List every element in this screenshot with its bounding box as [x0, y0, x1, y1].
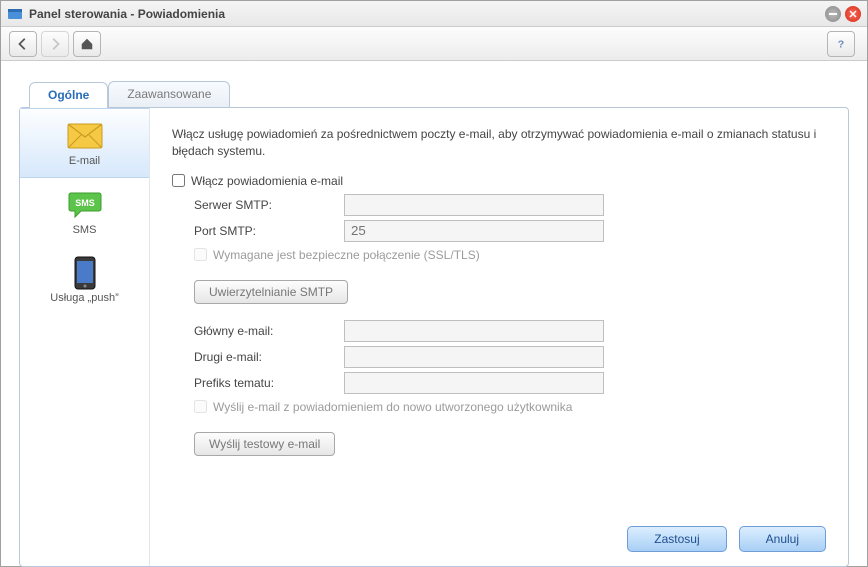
home-button[interactable]: [73, 31, 101, 57]
tab-row: Ogólne Zaawansowane: [29, 81, 849, 107]
tab-advanced[interactable]: Zaawansowane: [108, 81, 230, 107]
send-new-user-label: Wyślij e-mail z powiadomieniem do nowo u…: [213, 400, 572, 414]
send-test-button[interactable]: Wyślij testowy e-mail: [194, 432, 335, 456]
forward-button[interactable]: [41, 31, 69, 57]
second-email-label: Drugi e-mail:: [194, 350, 344, 364]
footer-buttons: Zastosuj Anuluj: [627, 526, 826, 552]
email-icon: [24, 119, 145, 153]
sidebar-item-push[interactable]: Usługa „push”: [20, 246, 149, 314]
sidebar-item-email[interactable]: E-mail: [20, 108, 149, 178]
intro-text: Włącz usługę powiadomień za pośrednictwe…: [172, 126, 826, 160]
apply-button[interactable]: Zastosuj: [627, 526, 726, 552]
smtp-server-row: Serwer SMTP:: [194, 194, 826, 216]
window-title: Panel sterowania - Powiadomienia: [29, 7, 821, 21]
sidebar-item-sms[interactable]: SMS SMS: [20, 178, 149, 246]
second-email-row: Drugi e-mail:: [194, 346, 826, 368]
smtp-server-input[interactable]: [344, 194, 604, 216]
enable-email-checkbox[interactable]: [172, 174, 185, 187]
cancel-button[interactable]: Anuluj: [739, 526, 826, 552]
send-new-user-row: Wyślij e-mail z powiadomieniem do nowo u…: [194, 400, 826, 414]
smtp-port-label: Port SMTP:: [194, 224, 344, 238]
ssl-checkbox[interactable]: [194, 248, 207, 261]
titlebar: Panel sterowania - Powiadomienia: [1, 1, 867, 27]
tab-general[interactable]: Ogólne: [29, 82, 108, 108]
svg-text:SMS: SMS: [75, 198, 95, 208]
send-new-user-checkbox[interactable]: [194, 400, 207, 413]
main-pane: Włącz usługę powiadomień za pośrednictwe…: [150, 108, 848, 566]
sidebar: E-mail SMS SMS Usługa „push”: [20, 108, 150, 566]
sidebar-item-label: Usługa „push”: [24, 292, 145, 304]
app-icon: [7, 6, 23, 22]
enable-email-label: Włącz powiadomienia e-mail: [191, 174, 343, 188]
sms-icon: SMS: [24, 188, 145, 222]
sidebar-item-label: SMS: [24, 224, 145, 236]
smtp-port-row: Port SMTP:: [194, 220, 826, 242]
primary-email-label: Główny e-mail:: [194, 324, 344, 338]
minimize-button[interactable]: [825, 6, 841, 22]
content: Ogólne Zaawansowane E-mail SMS: [1, 61, 867, 566]
push-icon: [24, 256, 145, 290]
window: Panel sterowania - Powiadomienia ? Ogóln…: [0, 0, 868, 567]
help-button[interactable]: ?: [827, 31, 855, 57]
ssl-row: Wymagane jest bezpieczne połączenie (SSL…: [194, 248, 826, 262]
smtp-auth-button[interactable]: Uwierzytelnianie SMTP: [194, 280, 348, 304]
smtp-port-input[interactable]: [344, 220, 604, 242]
prefix-row: Prefiks tematu:: [194, 372, 826, 394]
svg-text:?: ?: [838, 38, 844, 50]
prefix-label: Prefiks tematu:: [194, 376, 344, 390]
prefix-input[interactable]: [344, 372, 604, 394]
toolbar: ?: [1, 27, 867, 61]
ssl-label: Wymagane jest bezpieczne połączenie (SSL…: [213, 248, 480, 262]
smtp-server-label: Serwer SMTP:: [194, 198, 344, 212]
panel: E-mail SMS SMS Usługa „push”: [19, 107, 849, 567]
primary-email-row: Główny e-mail:: [194, 320, 826, 342]
primary-email-input[interactable]: [344, 320, 604, 342]
sidebar-item-label: E-mail: [24, 155, 145, 167]
back-button[interactable]: [9, 31, 37, 57]
second-email-input[interactable]: [344, 346, 604, 368]
close-button[interactable]: [845, 6, 861, 22]
enable-email-row: Włącz powiadomienia e-mail: [172, 174, 826, 188]
